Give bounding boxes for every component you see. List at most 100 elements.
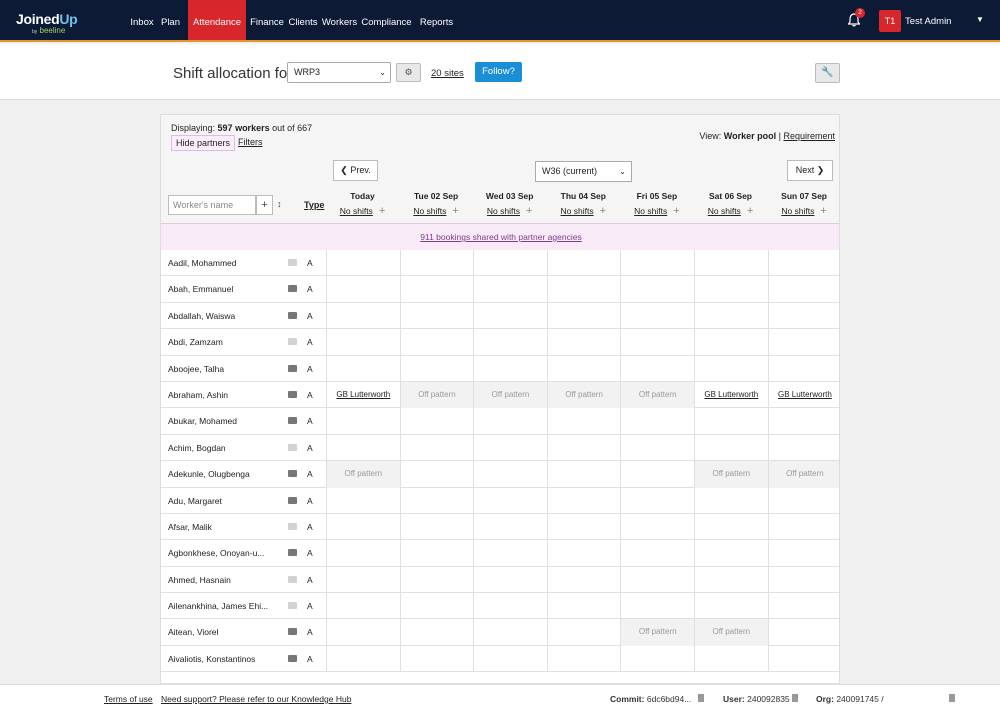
support-link[interactable]: Need support? Please refer to our Knowle… — [161, 694, 351, 704]
shift-cell[interactable] — [620, 487, 694, 514]
shift-cell[interactable] — [694, 434, 768, 462]
shift-cell[interactable] — [399, 302, 474, 330]
partner-bookings-link[interactable]: 911 bookings shared with partner agencie… — [161, 223, 839, 250]
add-worker-button[interactable]: + — [256, 195, 273, 215]
shift-cell[interactable] — [620, 302, 694, 330]
shift-cell[interactable] — [473, 461, 547, 488]
shift-cell[interactable] — [546, 540, 621, 567]
shift-cell[interactable] — [326, 566, 400, 594]
shift-cell[interactable] — [399, 513, 474, 541]
shift-cell[interactable]: Off pattern — [767, 461, 839, 488]
shift-cell[interactable]: Off pattern — [620, 619, 694, 646]
user-name[interactable]: Test Admin — [905, 16, 951, 27]
shift-cell[interactable] — [473, 250, 547, 277]
sort-icon[interactable]: ↕ — [277, 199, 282, 209]
worker-name[interactable]: Adekunle, Olugbenga — [168, 461, 278, 487]
shift-cell[interactable] — [473, 302, 547, 330]
day-status-link[interactable]: No shifts — [781, 206, 814, 216]
shift-cell[interactable] — [399, 487, 474, 514]
plus-icon[interactable]: + — [526, 205, 532, 217]
shift-cell[interactable] — [620, 540, 694, 567]
shift-cell[interactable] — [473, 566, 547, 594]
shift-cell[interactable] — [767, 619, 839, 646]
terms-link[interactable]: Terms of use — [104, 694, 153, 704]
worker-name[interactable]: Ailenankhina, James Ehi... — [168, 593, 278, 619]
shift-cell[interactable] — [694, 302, 768, 330]
shift-cell[interactable] — [620, 434, 694, 462]
shift-cell[interactable] — [326, 250, 400, 277]
shift-cell[interactable] — [620, 329, 694, 356]
day-status-link[interactable]: No shifts — [487, 206, 520, 216]
shift-cell[interactable] — [767, 408, 839, 435]
comment-icon[interactable] — [288, 549, 297, 557]
shift-cell[interactable]: GB Lutterworth — [767, 381, 839, 409]
next-week-button[interactable]: Next ❯ — [787, 160, 833, 181]
comment-icon[interactable] — [288, 259, 297, 266]
shift-cell[interactable] — [399, 540, 474, 567]
comment-icon[interactable] — [288, 285, 297, 293]
nav-clients[interactable]: Clients — [287, 0, 319, 40]
week-select[interactable]: W36 (current) ⌄ — [535, 161, 632, 182]
shift-cell[interactable] — [767, 329, 839, 356]
plus-icon[interactable]: + — [600, 205, 606, 217]
shift-cell[interactable] — [620, 355, 694, 382]
shift-cell[interactable] — [767, 487, 839, 514]
shift-cell[interactable] — [694, 487, 768, 514]
worker-name[interactable]: Achim, Bogdan — [168, 435, 278, 461]
hide-partners-button[interactable]: Hide partners — [171, 135, 236, 151]
shift-cell[interactable] — [767, 645, 839, 673]
worker-name[interactable]: Abukar, Mohamed — [168, 408, 278, 434]
shift-cell[interactable] — [546, 408, 621, 435]
shift-cell[interactable] — [473, 434, 547, 462]
site-select[interactable]: WRP3 ⌄ — [287, 62, 391, 83]
plus-icon[interactable]: + — [820, 205, 826, 217]
shift-cell[interactable]: Off pattern — [694, 461, 768, 488]
shift-cell[interactable] — [546, 329, 621, 356]
shift-cell[interactable] — [620, 593, 694, 620]
worker-name[interactable]: Afsar, Malik — [168, 514, 278, 540]
shift-cell[interactable] — [399, 434, 474, 462]
shift-cell[interactable] — [767, 250, 839, 277]
shift-cell[interactable]: Off pattern — [694, 619, 768, 646]
worker-name[interactable]: Aivaliotis, Konstantinos — [168, 646, 278, 672]
worker-name[interactable]: Aitean, Viorel — [168, 619, 278, 645]
worker-name[interactable]: Agbonkhese, Onoyan-u... — [168, 540, 278, 566]
shift-cell[interactable] — [767, 513, 839, 541]
shift-cell[interactable] — [767, 540, 839, 567]
shift-cell[interactable] — [694, 408, 768, 435]
shift-cell[interactable] — [399, 645, 474, 673]
comment-icon[interactable] — [288, 470, 297, 478]
shift-cell[interactable] — [694, 540, 768, 567]
comment-icon[interactable] — [288, 628, 297, 636]
shift-cell[interactable] — [767, 566, 839, 594]
shift-cell[interactable] — [326, 434, 400, 462]
shift-cell[interactable] — [620, 250, 694, 277]
comment-icon[interactable] — [288, 390, 297, 398]
shift-cell[interactable] — [399, 619, 474, 646]
shift-cell[interactable] — [473, 276, 547, 303]
day-status-link[interactable]: No shifts — [708, 206, 741, 216]
shift-cell[interactable] — [473, 593, 547, 620]
shift-cell[interactable] — [399, 593, 474, 620]
shift-cell[interactable] — [694, 645, 768, 673]
shift-cell[interactable] — [473, 329, 547, 356]
shift-cell[interactable] — [767, 355, 839, 382]
copy-icon[interactable] — [949, 694, 955, 702]
comment-icon[interactable] — [288, 522, 297, 530]
shift-cell[interactable]: Off pattern — [399, 381, 474, 409]
shift-cell[interactable] — [473, 540, 547, 567]
nav-attendance[interactable]: Attendance — [188, 0, 246, 40]
shift-cell[interactable] — [620, 461, 694, 488]
comment-icon[interactable] — [288, 654, 297, 662]
shift-cell[interactable] — [473, 355, 547, 382]
shift-cell[interactable] — [326, 593, 400, 620]
shift-cell[interactable] — [767, 276, 839, 303]
worker-name[interactable]: Ahmed, Hasnain — [168, 567, 278, 593]
shift-cell[interactable] — [473, 513, 547, 541]
shift-cell[interactable] — [399, 566, 474, 594]
day-status-link[interactable]: No shifts — [413, 206, 446, 216]
shift-cell[interactable] — [546, 250, 621, 277]
shift-cell[interactable] — [326, 540, 400, 567]
plus-icon[interactable]: + — [452, 205, 458, 217]
shift-cell[interactable] — [546, 434, 621, 462]
